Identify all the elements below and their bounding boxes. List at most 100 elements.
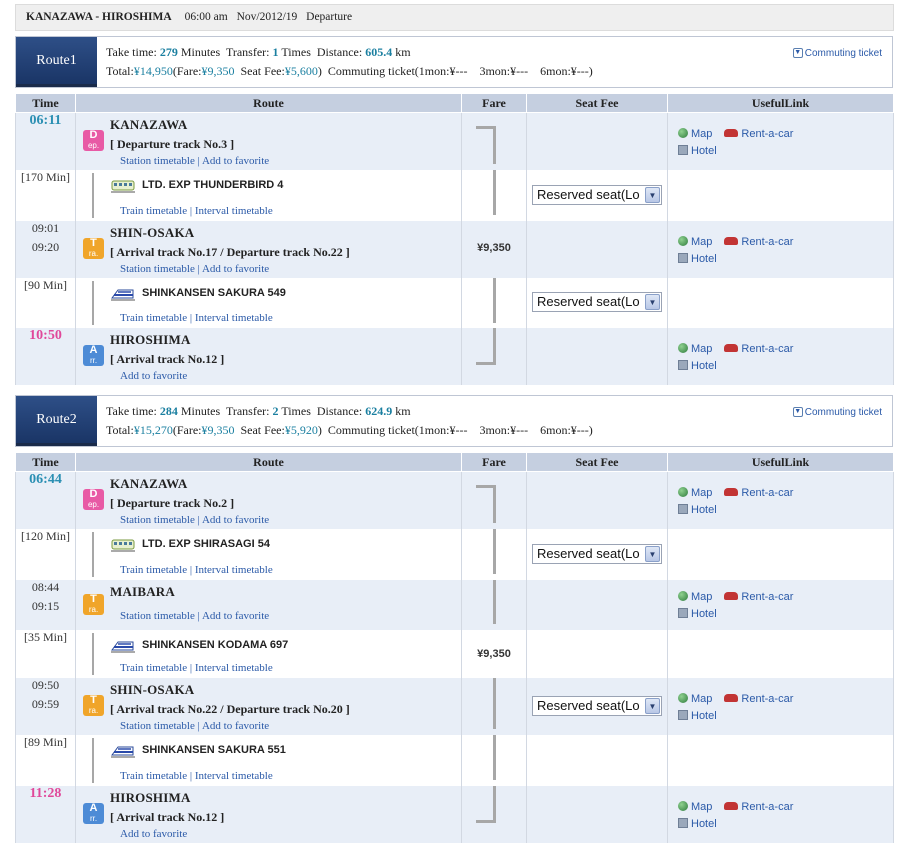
train-timetable-link[interactable]: Train timetable [120,205,187,217]
fare-value: ¥9,350 [201,423,235,437]
transfer-badge-icon: Tra. [83,694,104,716]
train-timetable-link[interactable]: Train timetable [120,770,187,782]
station-name: SHIN-OSAKA [110,681,195,697]
hotel-link[interactable]: Hotel [691,360,717,372]
limited-express-train-icon [111,180,135,192]
add-to-favorite-link[interactable]: Add to favorite [202,263,269,275]
col-time: Time [15,93,76,113]
table-row: [120 Min] LTD. EXP SHIRASAGI 54 Train ti… [15,528,894,580]
interval-timetable-link[interactable]: Interval timetable [195,205,273,217]
chevron-down-icon[interactable]: ▼ [645,545,660,562]
route1-label: Route1 [16,37,97,87]
interval-timetable-link[interactable]: Interval timetable [195,662,273,674]
chevron-down-icon[interactable]: ▼ [645,697,660,714]
add-to-favorite-link[interactable]: Add to favorite [202,610,269,622]
commuting-ticket-link[interactable]: ▼ Commuting ticket [792,407,882,418]
track-info: [ Departure track No.2 ] [110,496,235,510]
station-name: MAIBARA [110,583,175,599]
map-link[interactable]: Map [691,236,712,248]
transfer-label: Transfer: [225,404,270,418]
hotel-link[interactable]: Hotel [691,608,717,620]
total-label: Total: [106,423,134,437]
station-timetable-link[interactable]: Station timetable [120,720,195,732]
take-time-value: 284 [159,404,178,418]
station-timetable-link[interactable]: Station timetable [120,514,195,526]
route1-table: Time Route Fare Seat Fee UsefulLink 06:1… [15,93,894,385]
interval-timetable-link[interactable]: Interval timetable [195,564,273,576]
add-to-favorite-link[interactable]: Add to favorite [202,720,269,732]
ride-duration: [120 Min] [21,528,70,543]
table-row: 11:28 Arr. HIROSHIMA [ Arrival track No.… [15,785,894,843]
chevron-down-icon[interactable]: ▼ [645,186,660,203]
route2-table: Time Route Fare Seat Fee UsefulLink 06:4… [15,452,894,843]
commuting-ticket-link-text[interactable]: Commuting ticket [805,48,882,59]
commuting-ticket-prices: Commuting ticket(1mon:¥--- 3mon:¥--- 6mo… [327,423,593,437]
table-row: 06:11 Dep. KANAZAWA [ Departure track No… [15,112,894,170]
commuting-ticket-link[interactable]: ▼ Commuting ticket [792,48,882,59]
search-summary-bar: KANAZAWA - HIROSHIMA 06:00 am Nov/2012/1… [15,4,894,31]
route-title: KANAZAWA - HIROSHIMA [26,11,172,23]
rent-a-car-link[interactable]: Rent-a-car [741,693,793,705]
rent-a-car-link[interactable]: Rent-a-car [741,801,793,813]
total-value: ¥14,950 [133,64,173,78]
ride-duration: [89 Min] [24,734,67,749]
interval-timetable-link[interactable]: Interval timetable [195,770,273,782]
hotel-link[interactable]: Hotel [691,710,717,722]
route1-summary: Route1 Take time: 279 Minutes Transfer: … [15,36,893,88]
track-info: [ Arrival track No.12 ] [110,351,225,366]
shinkansen-train-icon [111,641,135,652]
station-timetable-link[interactable]: Station timetable [120,610,195,622]
train-timetable-link[interactable]: Train timetable [120,564,187,576]
minutes-unit: Minutes [180,45,221,59]
train-name: SHINKANSEN SAKURA 551 [142,743,286,756]
arrival-badge-icon: Arr. [83,344,104,366]
add-to-favorite-link[interactable]: Add to favorite [202,514,269,526]
chevron-down-icon[interactable]: ▼ [645,293,660,310]
add-to-favorite-link[interactable]: Add to favorite [120,370,187,382]
map-link[interactable]: Map [691,801,712,813]
seat-type-select[interactable]: Reserved seat(Lo ▼ [532,695,662,716]
add-to-favorite-link[interactable]: Add to favorite [202,155,269,167]
hotel-link[interactable]: Hotel [691,818,717,830]
car-icon [724,129,739,137]
distance-label: Distance: [316,404,363,418]
add-to-favorite-link[interactable]: Add to favorite [120,828,187,840]
train-timetable-link[interactable]: Train timetable [120,312,187,324]
seat-type-select[interactable]: Reserved seat(Lo ▼ [532,291,662,312]
map-link[interactable]: Map [691,343,712,355]
page: KANAZAWA - HIROSHIMA 06:00 am Nov/2012/1… [0,0,912,849]
ride-duration: [90 Min] [24,277,67,292]
seat-type-select[interactable]: Reserved seat(Lo ▼ [532,184,662,205]
rent-a-car-link[interactable]: Rent-a-car [741,128,793,140]
rent-a-car-link[interactable]: Rent-a-car [741,487,793,499]
seat-fee-label: Seat Fee: [240,64,285,78]
rent-a-car-link[interactable]: Rent-a-car [741,343,793,355]
rent-a-car-link[interactable]: Rent-a-car [741,236,793,248]
col-fare: Fare [461,93,527,113]
map-link[interactable]: Map [691,591,712,603]
col-route: Route [75,452,462,472]
rent-a-car-link[interactable]: Rent-a-car [741,591,793,603]
col-route: Route [75,93,462,113]
commuting-ticket-link-text[interactable]: Commuting ticket [805,407,882,418]
car-icon [724,693,739,702]
hotel-link[interactable]: Hotel [691,145,717,157]
map-link[interactable]: Map [691,693,712,705]
map-link[interactable]: Map [691,128,712,140]
station-timetable-link[interactable]: Station timetable [120,155,195,167]
transfer-label: Transfer: [225,45,270,59]
map-link[interactable]: Map [691,487,712,499]
hotel-link[interactable]: Hotel [691,253,717,265]
fare-amount: ¥9,350 [477,647,511,660]
transfer-value: 2 [272,404,279,418]
distance-label: Distance: [316,45,363,59]
times-unit: Times [281,45,311,59]
distance-value: 624.9 [365,404,393,418]
station-timetable-link[interactable]: Station timetable [120,263,195,275]
interval-timetable-link[interactable]: Interval timetable [195,312,273,324]
departure-time: 09:20 [31,239,60,254]
fare-label: (Fare: [172,64,202,78]
hotel-link[interactable]: Hotel [691,504,717,516]
seat-type-select[interactable]: Reserved seat(Lo ▼ [532,543,662,564]
train-timetable-link[interactable]: Train timetable [120,662,187,674]
